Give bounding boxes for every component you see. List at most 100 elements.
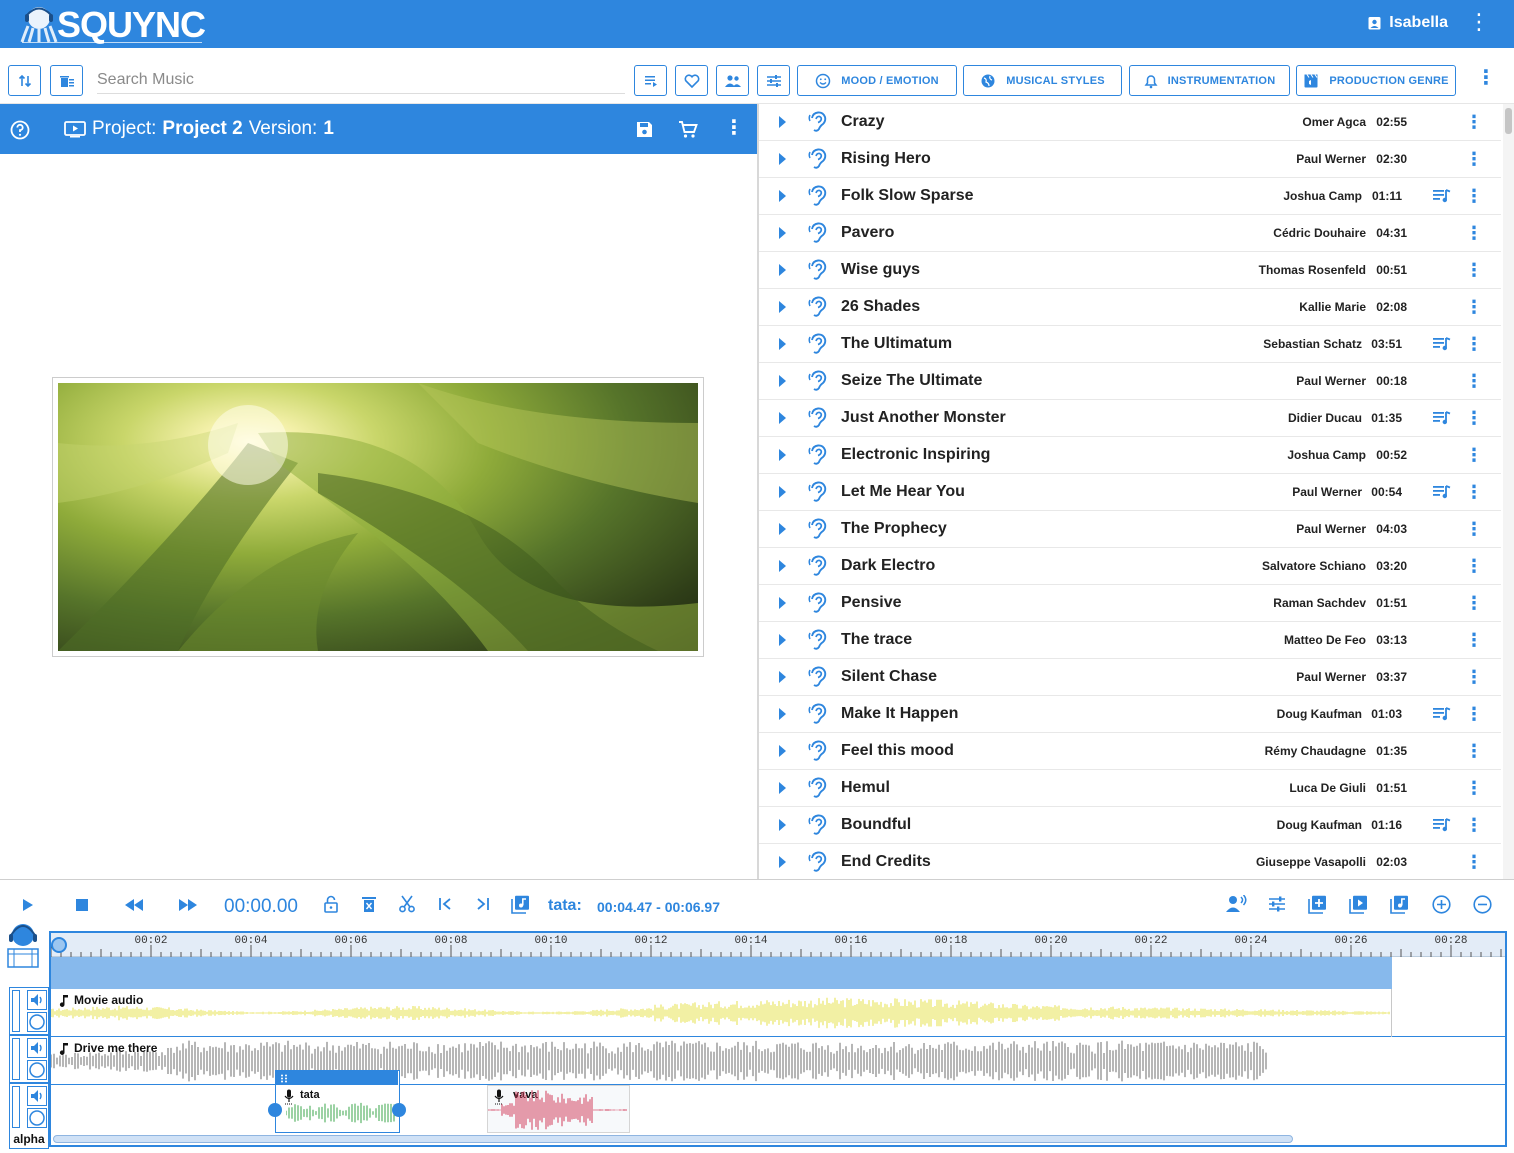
video-library-icon[interactable] <box>1349 895 1368 914</box>
track2-mute-button[interactable] <box>27 1038 47 1058</box>
time-ruler[interactable]: 00:02 00:04 00:06 00:08 00:10 00:12 00:14 00:16… <box>51 933 1505 957</box>
listen-ear-icon[interactable] <box>808 703 828 725</box>
track-row[interactable]: 26 Shades Kallie Marie 02:08 ⋮ <box>759 289 1501 326</box>
track-row[interactable]: Rising Hero Paul Werner 02:30 ⋮ <box>759 141 1501 178</box>
listen-ear-icon[interactable] <box>808 740 828 762</box>
listen-ear-icon[interactable] <box>808 592 828 614</box>
track-more-icon[interactable]: ⋮ <box>1465 593 1483 614</box>
track-more-icon[interactable]: ⋮ <box>1465 741 1483 762</box>
listen-ear-icon[interactable] <box>808 111 828 133</box>
listen-ear-icon[interactable] <box>808 444 828 466</box>
header-more-icon[interactable]: ⋮ <box>1468 11 1490 33</box>
track1-solo-button[interactable] <box>27 1012 47 1032</box>
track-artist[interactable]: Paul Werner <box>1296 374 1366 388</box>
listen-ear-icon[interactable] <box>808 851 828 873</box>
listen-ear-icon[interactable] <box>808 518 828 540</box>
music-library-icon[interactable] <box>511 895 530 914</box>
track2-drag-handle[interactable] <box>12 1038 20 1080</box>
track1-drag-handle[interactable] <box>12 990 20 1032</box>
listen-ear-icon[interactable] <box>808 814 828 836</box>
listen-ear-icon[interactable] <box>808 370 828 392</box>
listen-ear-icon[interactable] <box>808 555 828 577</box>
in-playlist-icon[interactable] <box>1433 485 1451 499</box>
listen-ear-icon[interactable] <box>808 222 828 244</box>
expand-triangle-icon[interactable] <box>779 449 786 461</box>
track-more-icon[interactable]: ⋮ <box>1465 260 1483 281</box>
track-title[interactable]: Seize The Ultimate <box>841 372 982 390</box>
expand-triangle-icon[interactable] <box>779 153 786 165</box>
track-voice[interactable]: tata vava <box>51 1070 1505 1133</box>
toolbar-more-icon[interactable]: ⋮ <box>1476 68 1496 88</box>
track-title[interactable]: Let Me Hear You <box>841 483 965 501</box>
expand-triangle-icon[interactable] <box>779 116 786 128</box>
track-artist[interactable]: Paul Werner <box>1292 485 1362 499</box>
expand-triangle-icon[interactable] <box>779 264 786 276</box>
in-playlist-icon[interactable] <box>1433 189 1451 203</box>
track-more-icon[interactable]: ⋮ <box>1465 519 1483 540</box>
track-title[interactable]: Boundful <box>841 816 911 834</box>
track-title[interactable]: Rising Hero <box>841 150 931 168</box>
track-more-icon[interactable]: ⋮ <box>1465 112 1483 133</box>
track-row[interactable]: Just Another Monster Didier Ducau 01:35 ⋮ <box>759 400 1501 437</box>
playlist-filter-button[interactable] <box>634 65 667 96</box>
track-artist[interactable]: Didier Ducau <box>1288 411 1362 425</box>
track-title[interactable]: Just Another Monster <box>841 409 1006 427</box>
track-more-icon[interactable]: ⋮ <box>1465 408 1483 429</box>
track-row[interactable]: Feel this mood Rémy Chaudagne 01:35 ⋮ <box>759 733 1501 770</box>
track-row[interactable]: Wise guys Thomas Rosenfeld 00:51 ⋮ <box>759 252 1501 289</box>
track-more-icon[interactable]: ⋮ <box>1465 186 1483 207</box>
track-title[interactable]: Make It Happen <box>841 705 958 723</box>
track-title[interactable]: Folk Slow Sparse <box>841 187 973 205</box>
track-row[interactable]: Dark Electro Salvatore Schiano 03:20 ⋮ <box>759 548 1501 585</box>
save-icon[interactable] <box>636 121 653 138</box>
track-title[interactable]: Crazy <box>841 113 885 131</box>
track3-drag-handle[interactable] <box>12 1086 20 1128</box>
music-list-scrollbar[interactable] <box>1503 104 1514 879</box>
project-more-icon[interactable]: ⋮ <box>724 118 744 138</box>
track-title[interactable]: Dark Electro <box>841 557 935 575</box>
cut-icon[interactable] <box>399 895 415 913</box>
expand-triangle-icon[interactable] <box>779 227 786 239</box>
track-title[interactable]: Pensive <box>841 594 901 612</box>
timeline[interactable]: 00:02 00:04 00:06 00:08 00:10 00:12 00:14 00:16… <box>49 931 1507 1147</box>
in-playlist-icon[interactable] <box>1433 337 1451 351</box>
in-playlist-icon[interactable] <box>1433 707 1451 721</box>
track3-solo-button[interactable] <box>27 1108 47 1128</box>
video-region[interactable] <box>51 957 1392 989</box>
listen-ear-icon[interactable] <box>808 666 828 688</box>
in-playlist-icon[interactable] <box>1433 818 1451 832</box>
expand-triangle-icon[interactable] <box>779 782 786 794</box>
zoom-in-icon[interactable] <box>1432 895 1451 914</box>
track-row[interactable]: End Credits Giuseppe Vasapolli 02:03 ⋮ <box>759 844 1501 879</box>
track-row[interactable]: The Prophecy Paul Werner 04:03 ⋮ <box>759 511 1501 548</box>
rewind-icon[interactable] <box>125 899 144 911</box>
track-artist[interactable]: Paul Werner <box>1296 152 1366 166</box>
listen-ear-icon[interactable] <box>808 629 828 651</box>
track-artist[interactable]: Sebastian Schatz <box>1263 337 1362 351</box>
expand-triangle-icon[interactable] <box>779 523 786 535</box>
expand-triangle-icon[interactable] <box>779 486 786 498</box>
track-more-icon[interactable]: ⋮ <box>1465 149 1483 170</box>
music-list-scroll-thumb[interactable] <box>1505 108 1512 134</box>
clear-filters-button[interactable] <box>50 65 83 96</box>
clip-tata-right-handle[interactable] <box>392 1103 406 1117</box>
track-artist[interactable]: Giuseppe Vasapolli <box>1256 855 1366 869</box>
clip-tata-header[interactable] <box>276 1071 398 1085</box>
track-artist[interactable]: Thomas Rosenfeld <box>1259 263 1366 277</box>
expand-triangle-icon[interactable] <box>779 412 786 424</box>
user-menu[interactable]: Isabella <box>1368 14 1448 32</box>
track-more-icon[interactable]: ⋮ <box>1465 852 1483 873</box>
expand-triangle-icon[interactable] <box>779 301 786 313</box>
track-drive-me-there[interactable]: Drive me there <box>51 1037 1505 1085</box>
track-row[interactable]: Pavero Cédric Douhaire 04:31 ⋮ <box>759 215 1501 252</box>
track-more-icon[interactable]: ⋮ <box>1465 667 1483 688</box>
expand-triangle-icon[interactable] <box>779 597 786 609</box>
track-artist[interactable]: Kallie Marie <box>1299 300 1366 314</box>
expand-triangle-icon[interactable] <box>779 634 786 646</box>
track-title[interactable]: Electronic Inspiring <box>841 446 990 464</box>
skip-to-end-icon[interactable] <box>476 898 489 910</box>
track-artist[interactable]: Paul Werner <box>1296 522 1366 536</box>
track-movie-audio[interactable]: Movie audio <box>51 989 1505 1037</box>
track-row[interactable]: Crazy Omer Agca 02:55 ⋮ <box>759 104 1501 141</box>
instrumentation-button[interactable]: INSTRUMENTATION <box>1129 65 1290 96</box>
